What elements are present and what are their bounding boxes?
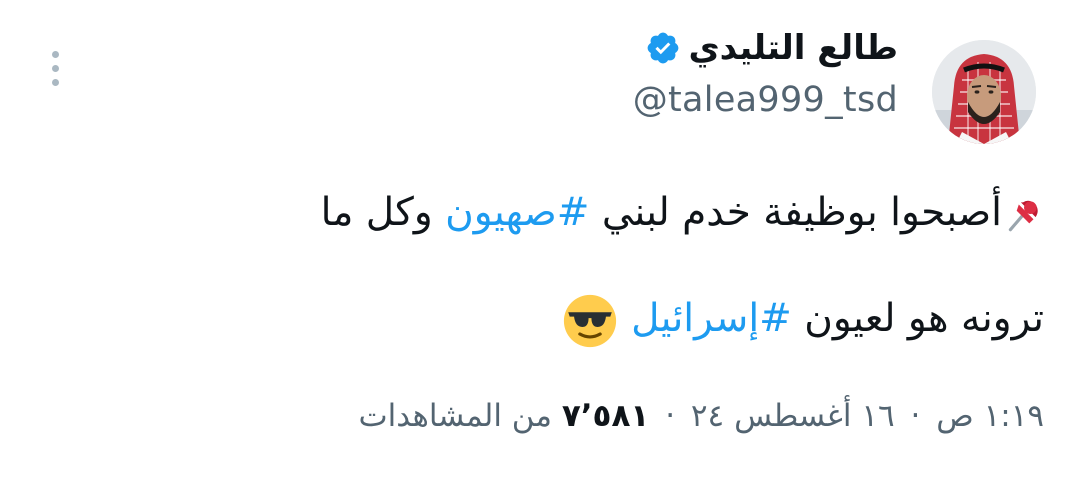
author-handle[interactable]: @talea999_tsd [633,80,898,120]
tweet-line-1-text-a: أصبحوا بوظيفة خدم لبني [589,190,1002,235]
tweet-line-1-text-b: وكل ما [320,190,446,235]
tweet-line-2-text-a: ترونه هو لعيون [791,296,1044,341]
more-vertical-icon[interactable] [46,48,66,88]
profile-photo [932,40,1036,144]
views-label: من المشاهدات [358,398,552,434]
avatar[interactable] [932,40,1036,144]
views-count[interactable]: ٧٬٥٨١ [562,398,649,434]
author-name-row[interactable]: طالع التليدي [645,26,898,70]
tweet-line-1: أصبحوا بوظيفة خدم لبني #صهيون وكل ما [124,160,1044,266]
tweet-meta: ١:١٩ ص · ١٦ أغسطس ٢٤ · ٧٬٥٨١ من المشاهدا… [358,398,1044,434]
tweet-time[interactable]: ١:١٩ ص [936,398,1044,434]
tweet-date[interactable]: ١٦ أغسطس ٢٤ [691,398,895,434]
hashtag-link-1[interactable]: #صهيون [445,190,589,235]
meta-separator: · [665,398,676,434]
pushpin-emoji [1002,194,1044,236]
sunglasses-face-emoji [561,292,619,350]
meta-separator: · [910,398,921,434]
tweet-line-2: ترونه هو لعيون #إسرائيل [124,266,1044,372]
verified-badge-icon [645,30,681,66]
author-display-name[interactable]: طالع التليدي [689,28,898,68]
tweet-text: أصبحوا بوظيفة خدم لبني #صهيون وكل ما ترو… [124,160,1044,372]
hashtag-link-2[interactable]: #إسرائيل [631,296,792,341]
